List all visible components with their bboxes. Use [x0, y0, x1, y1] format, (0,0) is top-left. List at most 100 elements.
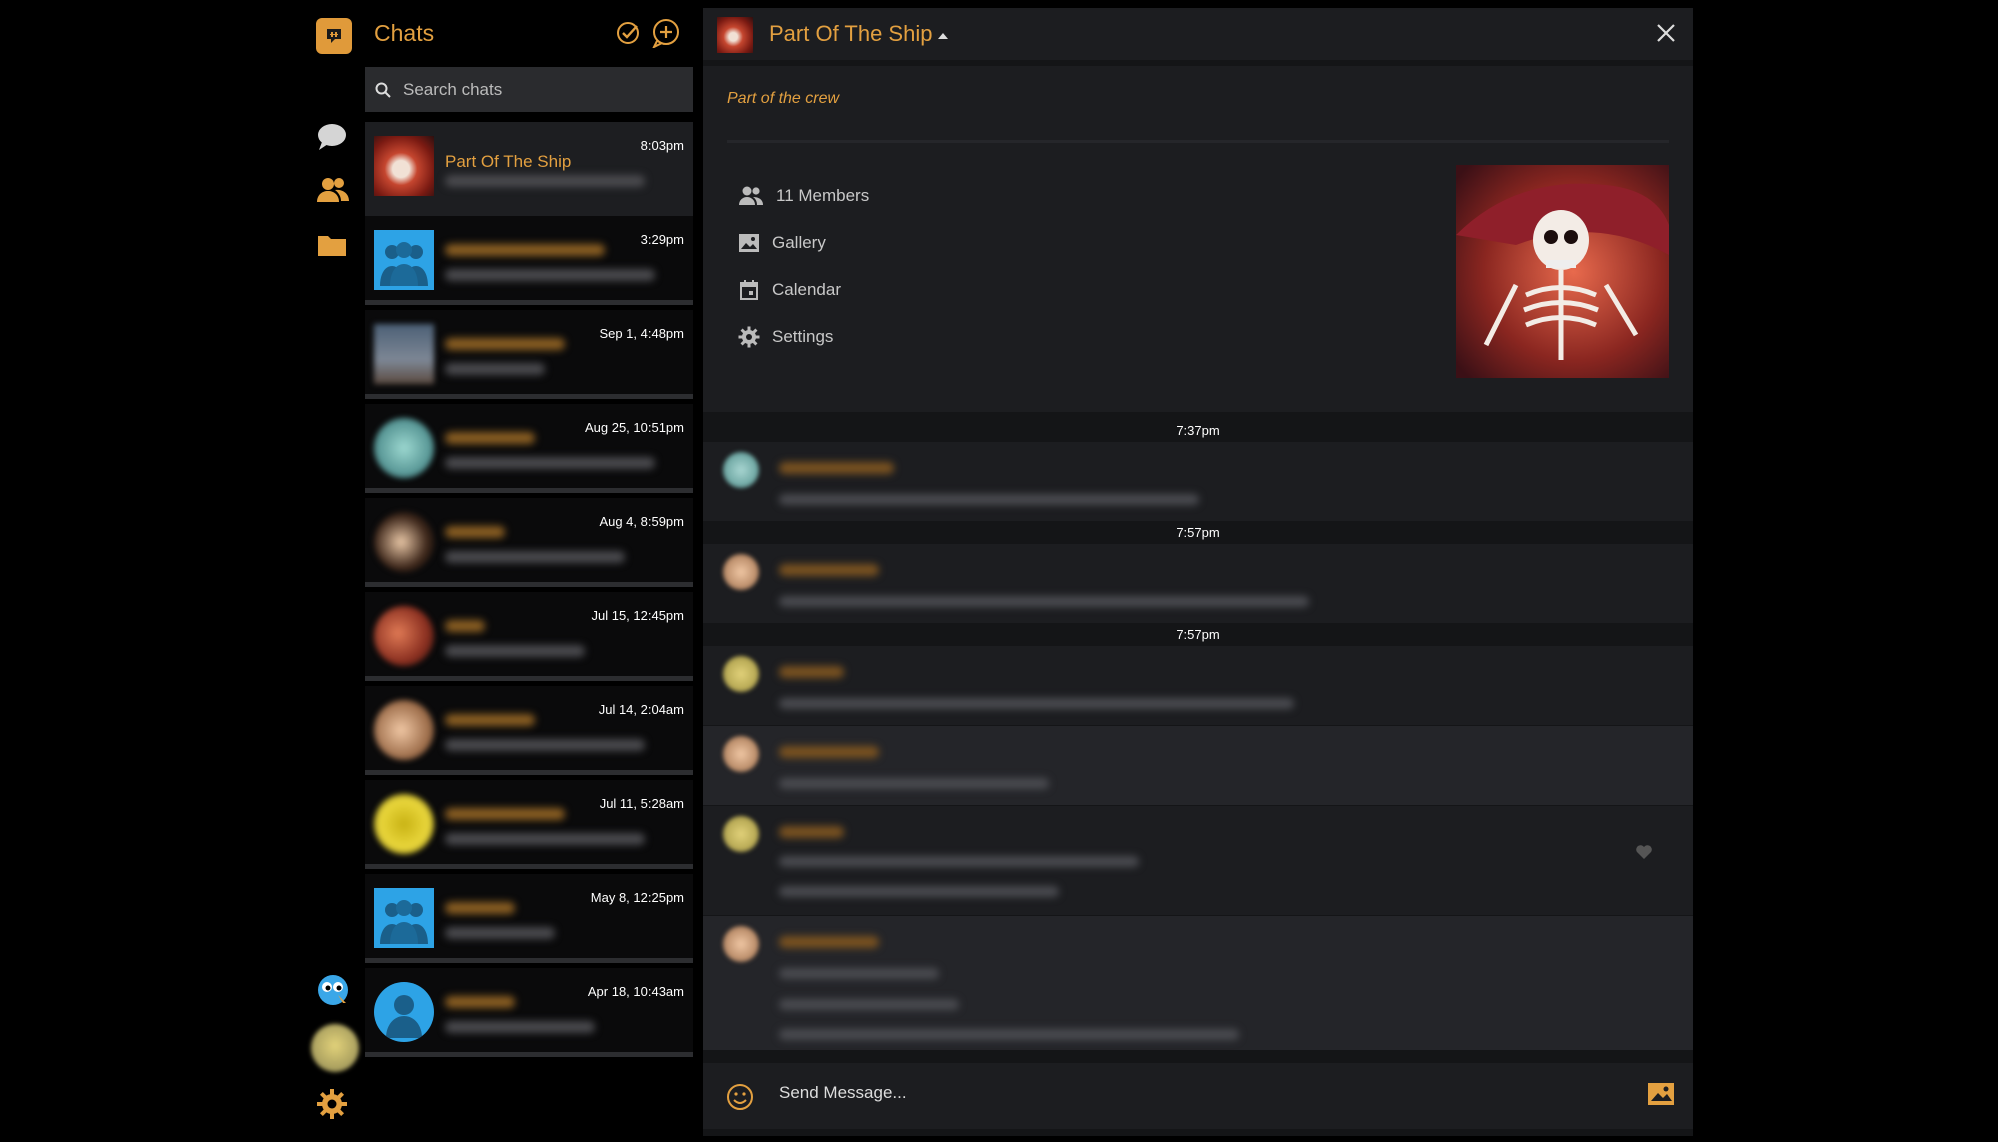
chat-name — [445, 902, 515, 914]
like-heart-icon[interactable] — [1635, 844, 1653, 865]
message-text — [779, 856, 1139, 867]
chat-name: Part Of The Ship — [445, 152, 572, 171]
chat-time: Aug 25, 10:51pm — [584, 420, 684, 435]
chat-list-item[interactable]: Jul 15, 12:45pm — [365, 592, 693, 681]
search-bar — [365, 67, 693, 112]
chat-time: 3:29pm — [640, 232, 684, 247]
message[interactable] — [703, 916, 1693, 1050]
settings-icon — [738, 326, 760, 348]
chat-avatar — [374, 982, 434, 1042]
folder-nav-icon[interactable] — [316, 232, 348, 258]
chat-list-item[interactable]: Aug 25, 10:51pm — [365, 404, 693, 493]
message-text — [779, 999, 959, 1010]
chat-list-item[interactable]: May 8, 12:25pm — [365, 874, 693, 963]
chats-panel: Chats 8:03pm Part Of The Ship 3:29pm — [365, 0, 693, 1142]
settings-gear-icon[interactable] — [316, 1088, 348, 1120]
app-rail — [300, 0, 370, 1142]
chat-preview — [445, 1021, 595, 1033]
divider — [727, 140, 1669, 143]
sender-avatar — [723, 926, 759, 962]
group-avatar — [374, 136, 434, 196]
sender-name — [779, 746, 879, 758]
chat-name — [445, 432, 535, 444]
group-avatar — [374, 888, 434, 948]
group-thumbnail[interactable] — [717, 17, 753, 53]
message-text — [779, 494, 1199, 505]
chat-preview — [445, 175, 645, 187]
chat-list-item[interactable]: Jul 11, 5:28am — [365, 780, 693, 869]
mark-read-icon[interactable] — [615, 20, 641, 51]
chat-preview — [445, 645, 585, 657]
emoji-picker-icon[interactable] — [726, 1083, 754, 1116]
settings-link[interactable]: Settings — [738, 326, 833, 348]
chat-list-item[interactable]: 3:29pm — [365, 216, 693, 305]
chat-list-item[interactable]: Aug 4, 8:59pm — [365, 498, 693, 587]
caret-up-icon[interactable] — [938, 33, 948, 39]
chat-list-item[interactable]: Jul 14, 2:04am — [365, 686, 693, 775]
message[interactable] — [703, 544, 1693, 624]
message-composer — [703, 1063, 1693, 1129]
message-timestamp: 7:57pm — [703, 522, 1693, 544]
group-photo[interactable] — [1456, 165, 1669, 378]
close-icon[interactable] — [1653, 20, 1679, 46]
user-avatar[interactable] — [311, 1024, 359, 1072]
message[interactable] — [703, 806, 1693, 916]
message-text — [779, 1029, 1239, 1040]
chat-preview — [445, 833, 645, 845]
chat-time: Jul 15, 12:45pm — [591, 608, 684, 623]
message-text — [779, 886, 1059, 897]
members-link[interactable]: 11 Members — [738, 185, 869, 207]
gallery-link[interactable]: Gallery — [738, 232, 826, 254]
chat-time: 8:03pm — [640, 138, 684, 153]
chat-list-item[interactable]: Sep 1, 4:48pm — [365, 310, 693, 399]
chat-preview — [445, 551, 625, 563]
chat-preview — [445, 269, 655, 281]
sender-avatar — [723, 554, 759, 590]
sender-avatar — [723, 656, 759, 692]
chat-list-item[interactable]: 8:03pm Part Of The Ship — [365, 122, 693, 216]
chat-time: Sep 1, 4:48pm — [599, 326, 684, 341]
chat-preview — [445, 739, 645, 751]
chat-preview — [445, 363, 545, 375]
settings-label: Settings — [772, 327, 834, 346]
message-text — [779, 698, 1294, 709]
search-input[interactable] — [403, 79, 673, 100]
emoji-avatar-icon[interactable] — [316, 973, 350, 1007]
members-label: 11 Members — [776, 186, 870, 205]
chat-avatar — [374, 324, 434, 384]
sender-name — [779, 666, 844, 678]
message-text — [779, 968, 939, 979]
groupme-logo-icon[interactable] — [316, 18, 352, 54]
chat-name — [445, 620, 485, 632]
message[interactable] — [703, 726, 1693, 806]
contacts-nav-icon[interactable] — [316, 175, 350, 205]
chat-list: 8:03pm Part Of The Ship 3:29pm Sep 1, 4:… — [365, 122, 693, 1062]
chats-nav-icon[interactable] — [316, 122, 348, 152]
sender-avatar — [723, 816, 759, 852]
conversation-header: Part Of The Ship — [703, 8, 1693, 60]
calendar-link[interactable]: Calendar — [738, 279, 841, 301]
message[interactable] — [703, 646, 1693, 726]
chat-name — [445, 808, 565, 820]
chats-header: Chats — [365, 0, 693, 66]
conversation-panel: Part Of The Ship Part of the crew 11 Mem… — [703, 8, 1693, 1136]
chat-time: Apr 18, 10:43am — [587, 984, 684, 999]
new-chat-icon[interactable] — [651, 18, 681, 53]
attach-image-icon[interactable] — [1647, 1081, 1675, 1112]
chat-name — [445, 714, 535, 726]
chat-list-item[interactable]: Apr 18, 10:43am — [365, 968, 693, 1057]
group-avatar — [374, 230, 434, 290]
chat-avatar — [374, 794, 434, 854]
message[interactable] — [703, 442, 1693, 522]
calendar-label: Calendar — [772, 280, 841, 299]
message-timestamp: 7:37pm — [703, 420, 1693, 442]
chat-avatar — [374, 512, 434, 572]
sender-name — [779, 936, 879, 948]
chat-avatar — [374, 418, 434, 478]
chat-name — [445, 526, 505, 538]
sender-name — [779, 826, 844, 838]
conversation-title[interactable]: Part Of The Ship — [769, 21, 932, 47]
gallery-label: Gallery — [772, 233, 826, 252]
message-input[interactable] — [779, 1083, 1579, 1103]
chat-time: Jul 11, 5:28am — [599, 796, 684, 811]
